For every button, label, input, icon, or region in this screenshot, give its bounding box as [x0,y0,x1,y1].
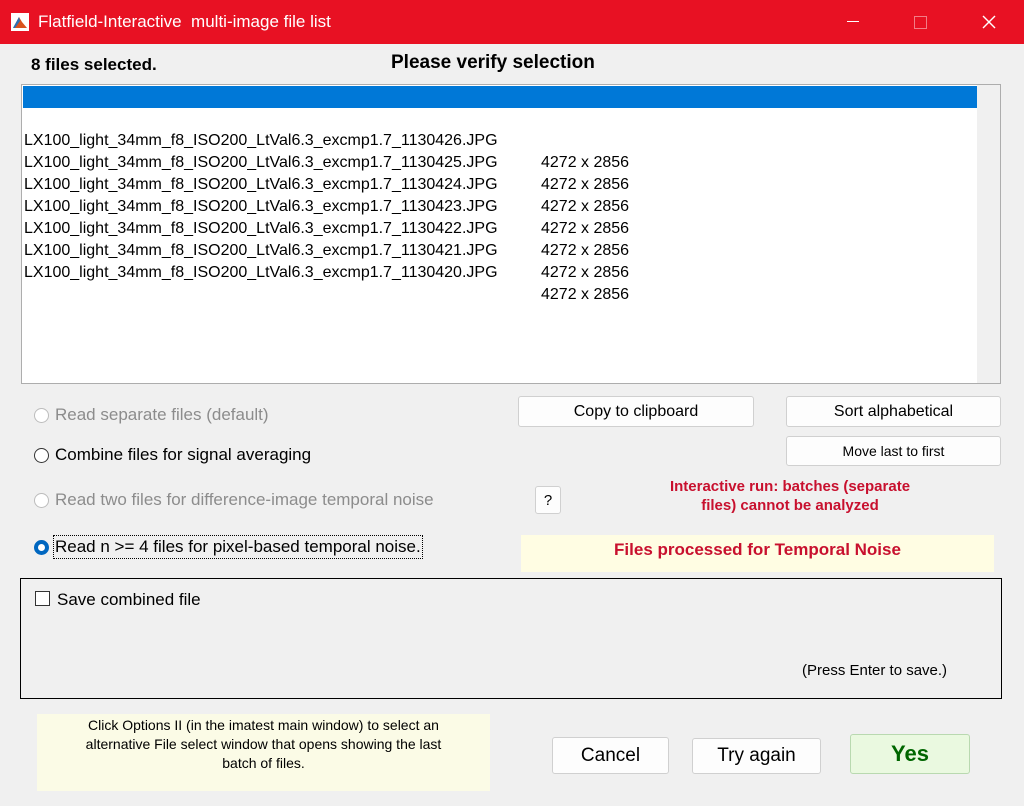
help-button[interactable]: ? [535,486,561,514]
file-dimensions: 4272 x 2856 [541,286,630,303]
save-combined-checkbox[interactable] [35,591,50,606]
radio-button[interactable] [34,539,49,555]
try-again-button[interactable]: Try again [692,738,821,774]
temporal-noise-status: Files processed for Temporal Noise [614,540,901,559]
file-name: LX100_light_34mm_f8_ISO200_LtVal6.3_excm… [24,264,498,281]
save-combined-label: Save combined file [57,590,201,609]
list-item[interactable]: LX100_light_34mm_f8_ISO200_LtVal6.3_excm… [23,218,977,281]
copy-to-clipboard-button[interactable]: Copy to clipboard [518,396,754,427]
interactive-run-warning: Interactive run: batches (separate files… [620,477,960,515]
radio-button[interactable] [34,447,49,463]
radio-read-n[interactable]: Read n >= 4 files for pixel-based tempor… [34,535,423,559]
radio-label: Combine files for signal averaging [55,445,312,464]
list-item[interactable]: LX100_light_34mm_f8_ISO200_LtVal6.3_excm… [23,174,977,237]
radio-combine[interactable]: Combine files for signal averaging [34,445,311,465]
sort-alphabetical-button[interactable]: Sort alphabetical [786,396,1001,427]
files-selected-count: 8 files selected. [31,55,157,74]
warning-line: Interactive run: batches (separate [669,478,911,495]
file-listbox[interactable]: LX100_light_34mm_f8_ISO200_LtVal6.3_excm… [21,84,1001,384]
list-item[interactable]: LX100_light_34mm_f8_ISO200_LtVal6.3_excm… [23,240,977,303]
matlab-app-icon [11,13,29,31]
minimize-icon [847,21,859,22]
minimize-button[interactable] [830,0,876,44]
page-title: Please verify selection [391,52,595,73]
maximize-icon [913,15,927,29]
radio-button[interactable] [34,492,49,508]
radio-read-separate[interactable]: Read separate files (default) [34,405,269,425]
list-item[interactable]: LX100_light_34mm_f8_ISO200_LtVal6.3_excm… [23,196,977,259]
radio-label: Read two files for difference-image temp… [55,490,434,509]
yes-button[interactable]: Yes [850,734,970,774]
radio-read-two[interactable]: Read two files for difference-image temp… [34,490,434,510]
radio-label: Read separate files (default) [55,405,269,424]
move-last-to-first-button[interactable]: Move last to first [786,436,1001,466]
info-line: batch of files. [222,755,305,771]
info-line: Click Options II (in the imatest main wi… [88,717,439,733]
list-item[interactable]: LX100_light_34mm_f8_ISO200_LtVal6.3_excm… [23,130,977,193]
radio-label: Read n >= 4 files for pixel-based tempor… [53,535,423,559]
list-item[interactable]: LX100_light_34mm_f8_ISO200_LtVal6.3_excm… [23,108,977,171]
list-item[interactable]: LX100_light_34mm_f8_ISO200_LtVal6.3_excm… [23,152,977,215]
list-item[interactable]: LX100_light_34mm_f8_ISO200_LtVal6.3_excm… [23,86,977,149]
close-icon [982,15,996,29]
cancel-button[interactable]: Cancel [552,737,669,774]
radio-button[interactable] [34,407,49,423]
file-dimensions: 4272 x 2856 [541,264,630,281]
warning-line: files) cannot be analyzed [701,497,879,514]
close-button[interactable] [966,0,1012,44]
info-text: Click Options II (in the imatest main wi… [37,716,490,773]
maximize-button[interactable] [897,0,943,44]
info-line: alternative File select window that open… [85,736,442,752]
press-enter-hint: (Press Enter to save.) [802,662,948,679]
vertical-scrollbar[interactable] [977,85,1000,383]
window-title: Flatfield-Interactive multi-image file l… [38,12,331,31]
